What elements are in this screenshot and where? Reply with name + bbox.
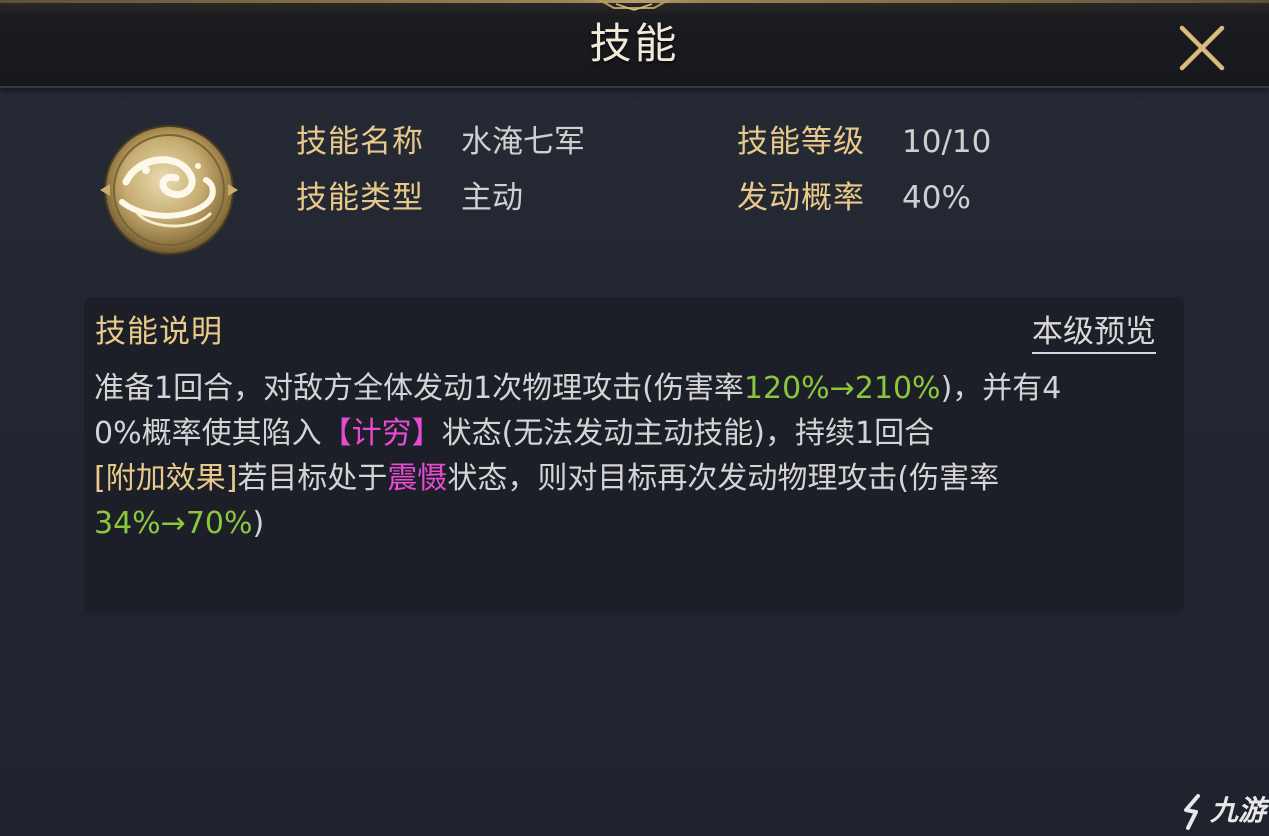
skill-name-value: 水淹七军 [461, 124, 585, 160]
watermark-swirl-icon [1184, 794, 1200, 830]
damage-rate-highlight: 120%→210% [743, 371, 941, 406]
description-line-1: 准备1回合，对敌方全体发动1次物理攻击(伤害率120%→210%)，并有4 [94, 366, 1164, 411]
description-text: ) [252, 506, 265, 541]
watermark-logo: 九游 [1178, 790, 1268, 834]
description-text: 状态(无法发动主动技能)，持续1回合 [441, 416, 935, 451]
description-line-2: 0%概率使其陷入【计穷】状态(无法发动主动技能)，持续1回合 [94, 411, 1164, 456]
water-wave-icon [100, 125, 238, 255]
description-text: )，并有4 [940, 371, 1062, 406]
title-bar: 技能 [0, 0, 1269, 88]
damage-rate-highlight: 34%→70% [94, 506, 253, 541]
description-text: 若目标处于 [237, 461, 388, 496]
description-line-3: [附加效果]若目标处于震慑状态，则对目标再次发动物理攻击(伤害率 [94, 456, 1164, 501]
trigger-chance-label: 发动概率 [737, 180, 865, 216]
description-text: 0%概率使其陷入 [94, 416, 322, 451]
description-body: 准备1回合，对敌方全体发动1次物理攻击(伤害率120%→210%)，并有4 0%… [94, 366, 1164, 546]
description-text: 准备1回合，对敌方全体发动1次物理攻击(伤害率 [94, 371, 744, 406]
skill-level-value: 10/10 [902, 124, 992, 160]
description-text: 状态，则对目标再次发动物理攻击(伤害率 [447, 461, 1000, 496]
description-line-4: 34%→70%) [94, 501, 1164, 546]
skill-level-label: 技能等级 [737, 124, 865, 160]
description-title: 技能说明 [95, 314, 223, 350]
close-icon [1179, 25, 1225, 71]
watermark-text: 九游 [1210, 794, 1267, 827]
status-keyword-highlight: 震慑 [387, 461, 448, 496]
extra-effect-tag: [附加效果] [94, 461, 238, 496]
close-button[interactable] [1176, 22, 1228, 74]
skill-name-label: 技能名称 [296, 124, 424, 160]
skill-dialog: 技能 技能名称 水淹七军 技能等级 10/10 技能类型 主动 发动概率 40%… [0, 0, 1269, 836]
trigger-chance-value: 40% [902, 180, 971, 216]
skill-type-label: 技能类型 [296, 180, 424, 216]
dialog-title: 技能 [589, 19, 680, 68]
skill-type-value: 主动 [461, 180, 523, 216]
title-ornament [597, 0, 671, 11]
status-keyword-highlight: 【计穷】 [321, 416, 442, 451]
level-preview-link[interactable]: 本级预览 [1032, 312, 1156, 354]
